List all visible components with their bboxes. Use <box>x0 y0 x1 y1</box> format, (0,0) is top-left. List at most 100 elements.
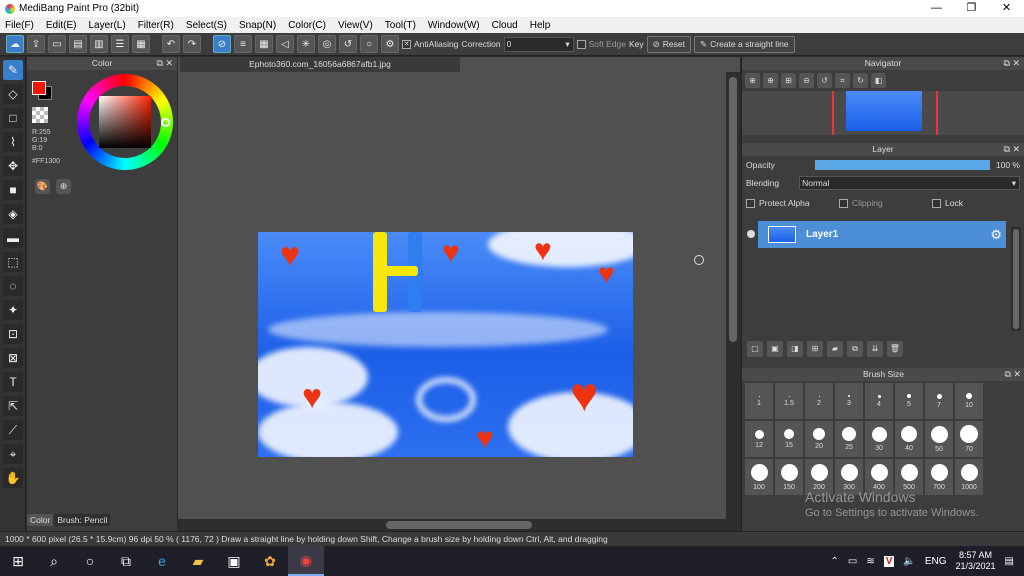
lock-checkbox[interactable] <box>932 198 941 208</box>
brush-size-option[interactable]: 25 <box>835 421 863 457</box>
select-pen-tool-icon[interactable]: ⊡ <box>3 324 23 344</box>
duplicate-layer-icon[interactable]: ⧉ <box>847 341 863 357</box>
minimize-button[interactable]: — <box>919 0 954 17</box>
file-explorer-icon[interactable]: ▰ <box>180 546 216 576</box>
maximize-button[interactable]: ❐ <box>954 0 989 17</box>
delete-layer-icon[interactable]: 🗑 <box>887 341 903 357</box>
export-icon[interactable]: ⇪ <box>27 35 45 53</box>
canvas-area[interactable]: Ephoto360.com_16056a6867afb1.jpg ♥ ♥ ♥ ♥… <box>178 57 740 531</box>
brush-size-option[interactable]: 5 <box>895 383 923 419</box>
vertical-scroll-thumb[interactable] <box>729 77 737 342</box>
notification-icon[interactable]: ▤ <box>1005 556 1014 567</box>
flip-icon[interactable]: ◧ <box>871 73 886 88</box>
brush-size-option[interactable]: 150 <box>775 459 803 495</box>
menu-edit[interactable]: Edit(E) <box>46 20 77 31</box>
chat-icon[interactable]: ▤ <box>69 35 87 53</box>
layer-scroll-thumb[interactable] <box>1013 229 1019 329</box>
antialiasing-checkbox[interactable]: ✕ <box>402 39 411 49</box>
layer-settings-icon[interactable]: ⚙ <box>990 227 1002 243</box>
eraser-tool-icon[interactable]: ◇ <box>3 84 23 104</box>
brush-size-option[interactable]: 10 <box>955 383 983 419</box>
operation-tool-icon[interactable]: ⇱ <box>3 396 23 416</box>
menu-cloud[interactable]: Cloud <box>492 20 518 31</box>
lasso-tool-icon[interactable]: ◌ <box>3 276 23 296</box>
menu-color[interactable]: Color(C) <box>288 20 326 31</box>
task-view-icon[interactable]: ⧉ <box>108 546 144 576</box>
eyedropper-tool-icon[interactable]: ⌖ <box>3 444 23 464</box>
menu-window[interactable]: Window(W) <box>428 20 480 31</box>
panel-close-icon[interactable]: ⧉ ✕ <box>1004 143 1020 156</box>
zoom-actual-icon[interactable]: ⊞ <box>781 73 796 88</box>
hand-tool-icon[interactable]: ✋ <box>3 468 23 488</box>
protect-alpha-checkbox[interactable] <box>746 198 755 208</box>
brush-size-option[interactable]: 70 <box>955 421 983 457</box>
snap-vanish-icon[interactable]: ◁ <box>276 35 294 53</box>
brush-size-option[interactable]: 12 <box>745 421 773 457</box>
comment-icon[interactable]: ▭ <box>48 35 66 53</box>
layer-scrollbar[interactable] <box>1011 227 1021 331</box>
new-8bit-layer-icon[interactable]: ◨ <box>787 341 803 357</box>
store-icon[interactable]: ▣ <box>216 546 252 576</box>
menu-view[interactable]: View(V) <box>338 20 373 31</box>
bucket-tool-icon[interactable]: ◈ <box>3 204 23 224</box>
rotate-left-icon[interactable]: ↺ <box>817 73 832 88</box>
gradient-tool-icon[interactable]: ▬ <box>3 228 23 248</box>
menu-select[interactable]: Select(S) <box>186 20 227 31</box>
brush-size-option[interactable]: 2 <box>805 383 833 419</box>
brush-size-option[interactable]: 50 <box>925 421 953 457</box>
rotate-right-icon[interactable]: ↻ <box>853 73 868 88</box>
select-tool-icon[interactable]: ⬚ <box>3 252 23 272</box>
brush-size-option[interactable]: 100 <box>745 459 773 495</box>
hue-handle[interactable] <box>161 118 170 127</box>
color-wheel[interactable] <box>77 74 173 170</box>
cloud-icon[interactable]: ☁ <box>6 35 24 53</box>
redo-icon[interactable]: ↷ <box>183 35 201 53</box>
snap-settings-icon[interactable]: ⚙ <box>381 35 399 53</box>
vertical-scrollbar[interactable] <box>726 72 740 519</box>
snap-cross-icon[interactable]: ▦ <box>255 35 273 53</box>
new-layer-icon[interactable]: ▢ <box>747 341 763 357</box>
clipping-checkbox[interactable] <box>839 198 848 208</box>
zoom-out-icon[interactable]: ⊖ <box>799 73 814 88</box>
brush-size-option[interactable]: 20 <box>805 421 833 457</box>
correction-select[interactable]: 0 <box>503 36 574 52</box>
brush-tool-icon[interactable]: ✎ <box>3 60 23 80</box>
panel-close-icon[interactable]: ⧉ ✕ <box>1004 57 1020 70</box>
list-icon[interactable]: ☰ <box>111 35 129 53</box>
layer-item[interactable]: Layer1 ⚙ <box>758 221 1006 248</box>
tab-color[interactable]: Color <box>27 514 54 526</box>
transparent-swatch[interactable] <box>32 107 48 123</box>
snap-parallel-icon[interactable]: ≡ <box>234 35 252 53</box>
palette-icon[interactable]: 🎨 <box>35 179 50 194</box>
canvas-image[interactable]: ♥ ♥ ♥ ♥ ♥ ♥ ♥ <box>258 232 633 457</box>
snap-off-icon[interactable]: ⊘ <box>213 35 231 53</box>
layer-visibility-icon[interactable] <box>747 230 755 238</box>
reset-button[interactable]: ⊘ Reset <box>646 35 691 53</box>
brush-size-option[interactable]: 7 <box>925 383 953 419</box>
document-tab[interactable]: Ephoto360.com_16056a6867afb1.jpg <box>180 57 460 72</box>
text-tool-icon[interactable]: T <box>3 372 23 392</box>
folder-icon[interactable]: ▰ <box>827 341 843 357</box>
horizontal-scroll-thumb[interactable] <box>386 521 532 529</box>
zoom-in-icon[interactable]: ⊕ <box>763 73 778 88</box>
menu-tool[interactable]: Tool(T) <box>385 20 416 31</box>
medibang-app-icon[interactable]: ◉ <box>288 546 324 576</box>
magic-wand-tool-icon[interactable]: ✦ <box>3 300 23 320</box>
menu-filter[interactable]: Filter(R) <box>138 20 174 31</box>
panel-close-icon[interactable]: ⧉ ✕ <box>157 57 173 70</box>
edge-icon[interactable]: e <box>144 546 180 576</box>
divide-tool-icon[interactable]: ⟋ <box>3 420 23 440</box>
undo-icon[interactable]: ↶ <box>162 35 180 53</box>
snap-ellipse-icon[interactable]: ○ <box>360 35 378 53</box>
cortana-icon[interactable]: ○ <box>72 546 108 576</box>
document-icon[interactable]: ▥ <box>90 35 108 53</box>
tab-brush[interactable]: Brush: Pencil <box>54 514 111 526</box>
saturation-value-square[interactable] <box>99 96 151 148</box>
clock[interactable]: 8:57 AM 21/3/2021 <box>956 550 996 572</box>
merge-layer-icon[interactable]: ⇊ <box>867 341 883 357</box>
vpn-icon[interactable]: V <box>883 555 895 567</box>
brush-size-option[interactable]: 3 <box>835 383 863 419</box>
palette-add-icon[interactable]: ⊕ <box>56 179 71 194</box>
select-eraser-tool-icon[interactable]: ⊠ <box>3 348 23 368</box>
opacity-slider[interactable] <box>814 160 990 170</box>
